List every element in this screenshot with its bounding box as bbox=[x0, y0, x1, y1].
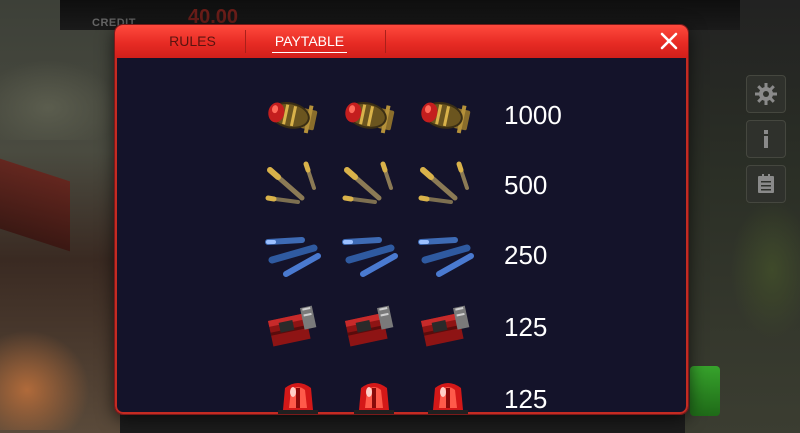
siren-icon bbox=[267, 372, 329, 414]
spin-button[interactable] bbox=[690, 366, 720, 416]
paytable-row: 125 bbox=[117, 298, 688, 358]
tab-rules-label: RULES bbox=[169, 33, 216, 49]
paytable-modal: RULES PAYTABLE 1000 500 250 125 125 bbox=[115, 25, 688, 414]
bomb-icon bbox=[415, 88, 477, 144]
settings-button[interactable] bbox=[746, 75, 786, 113]
dynamite-icon bbox=[415, 300, 477, 356]
tab-rules[interactable]: RULES bbox=[145, 25, 240, 58]
payout-value: 250 bbox=[504, 240, 548, 270]
modal-header: RULES PAYTABLE bbox=[115, 25, 688, 58]
missiles-icon bbox=[415, 228, 477, 284]
close-icon bbox=[660, 32, 678, 50]
bomb-icon bbox=[262, 88, 324, 144]
missiles-icon bbox=[339, 228, 401, 284]
info-icon bbox=[764, 130, 768, 148]
paytable-list-icon bbox=[758, 174, 774, 193]
dynamite-icon bbox=[339, 300, 401, 356]
payout-value: 125 bbox=[504, 312, 548, 342]
tab-divider bbox=[245, 30, 246, 53]
paytable-row: 250 bbox=[117, 226, 688, 286]
payout-value: 125 bbox=[504, 384, 548, 414]
payout-value: 500 bbox=[504, 170, 548, 200]
tab-paytable-label: PAYTABLE bbox=[274, 33, 345, 49]
paytable-row: 500 bbox=[117, 156, 688, 216]
active-tab-underline bbox=[272, 52, 347, 53]
payout-value: 1000 bbox=[504, 100, 562, 130]
shells-icon bbox=[415, 158, 477, 214]
info-button[interactable] bbox=[746, 120, 786, 158]
tab-divider bbox=[385, 30, 386, 53]
tab-paytable[interactable]: PAYTABLE bbox=[262, 25, 357, 58]
paytable-body: 1000 500 250 125 125 bbox=[115, 58, 688, 414]
bomb-icon bbox=[339, 88, 401, 144]
shells-icon bbox=[339, 158, 401, 214]
paytable-row: 1000 bbox=[117, 86, 688, 146]
missiles-icon bbox=[262, 228, 324, 284]
gear-icon bbox=[755, 83, 777, 105]
siren-icon bbox=[343, 372, 405, 414]
paytable-button[interactable] bbox=[746, 165, 786, 203]
shells-icon bbox=[262, 158, 324, 214]
siren-icon bbox=[417, 372, 479, 414]
background-left-scene bbox=[0, 0, 120, 433]
dynamite-icon bbox=[262, 300, 324, 356]
close-button[interactable] bbox=[656, 28, 682, 54]
paytable-row: 125 bbox=[117, 370, 688, 414]
